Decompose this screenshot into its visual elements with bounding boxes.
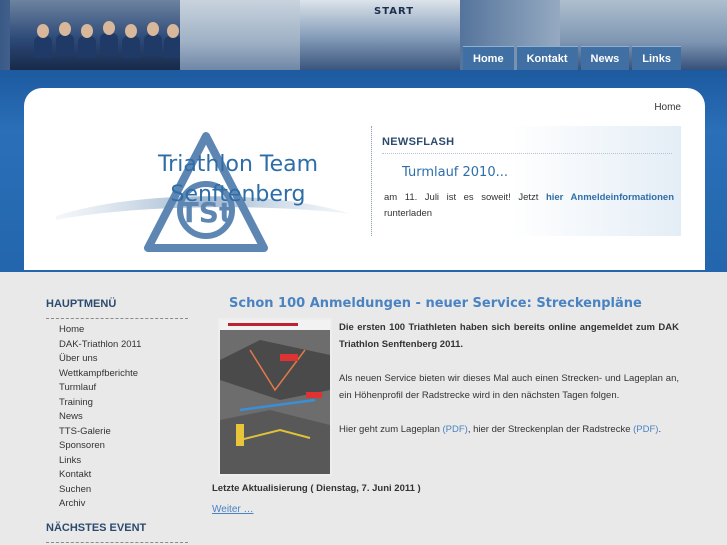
article-links-paragraph: Hier geht zum Lageplan (PDF), hier der S… bbox=[339, 421, 679, 438]
menu-item-kontakt[interactable]: Kontakt bbox=[59, 468, 188, 483]
menu-item-wettkampfberichte[interactable]: Wettkampfberichte bbox=[59, 367, 188, 382]
newsflash-text: am 11. Juli ist es soweit! Jetzt bbox=[384, 192, 539, 203]
menu-item-archiv[interactable]: Archiv bbox=[59, 497, 188, 512]
top-nav: Home Kontakt News Links bbox=[463, 46, 681, 70]
next-event-heading: NÄCHSTES EVENT bbox=[46, 521, 147, 534]
sidebar: HAUPTMENÜ Home DAK-Triathlon 2011 Über u… bbox=[46, 298, 188, 545]
menu-item-suchen[interactable]: Suchen bbox=[59, 483, 188, 498]
site-logo[interactable]: TSt Triathlon Team Senftenberg bbox=[56, 128, 356, 258]
article-intro: Die ersten 100 Triathleten haben sich be… bbox=[339, 322, 679, 350]
divider bbox=[46, 318, 188, 319]
menu-item-home[interactable]: Home bbox=[59, 323, 188, 338]
nav-news[interactable]: News bbox=[580, 46, 630, 70]
nav-home[interactable]: Home bbox=[463, 46, 514, 70]
article-text: Hier geht zum Lageplan bbox=[339, 424, 440, 435]
map-thumbnail-icon bbox=[220, 320, 330, 474]
newsflash-body: am 11. Juli ist es soweit! Jetzt hier An… bbox=[384, 190, 674, 222]
article-paragraph: Als neuen Service bieten wir dieses Mal … bbox=[339, 373, 679, 401]
article-text: . bbox=[658, 424, 662, 435]
article-text: , hier der Streckenplan der Radstrecke bbox=[467, 424, 631, 435]
menu-item-sponsoren[interactable]: Sponsoren bbox=[59, 439, 188, 454]
team-photo bbox=[10, 0, 182, 70]
menu-item-training[interactable]: Training bbox=[59, 396, 188, 411]
menu-item-links[interactable]: Links bbox=[59, 454, 188, 469]
menu-item-news[interactable]: News bbox=[59, 410, 188, 425]
lageplan-pdf-link[interactable]: (PDF) bbox=[443, 424, 468, 435]
newsflash-box: NEWSFLASH Turmlauf 2010... am 11. Juli i… bbox=[371, 126, 681, 236]
site-title: Triathlon Team Senftenberg bbox=[157, 152, 319, 207]
divider bbox=[382, 153, 672, 154]
main-menu: Home DAK-Triathlon 2011 Über uns Wettkam… bbox=[46, 323, 188, 512]
start-banner-text: START bbox=[374, 6, 415, 17]
menu-item-turmlauf[interactable]: Turmlauf bbox=[59, 381, 188, 396]
newsflash-heading: NEWSFLASH bbox=[382, 136, 455, 148]
header-card: Home TSt Triathlon Team Senftenberg NEWS… bbox=[24, 88, 705, 270]
newsflash-link[interactable]: hier Anmeldeinformationen bbox=[546, 192, 674, 203]
nav-kontakt[interactable]: Kontakt bbox=[516, 46, 578, 70]
menu-item-galerie[interactable]: TTS-Galerie bbox=[59, 425, 188, 440]
newsflash-title[interactable]: Turmlauf 2010... bbox=[402, 165, 508, 180]
read-more-link[interactable]: Weiter … bbox=[212, 504, 254, 515]
last-updated: Letzte Aktualisierung ( Dienstag, 7. Jun… bbox=[212, 483, 421, 494]
divider bbox=[46, 541, 188, 543]
newsflash-text-end: runterladen bbox=[384, 208, 433, 219]
radstrecke-pdf-link[interactable]: (PDF) bbox=[633, 424, 658, 435]
main-menu-heading: HAUPTMENÜ bbox=[46, 298, 117, 310]
bike-photo bbox=[180, 0, 300, 70]
menu-item-ueber-uns[interactable]: Über uns bbox=[59, 352, 188, 367]
breadcrumb[interactable]: Home bbox=[654, 102, 681, 113]
page: START Home Kontakt News Links Home TSt T… bbox=[0, 0, 727, 545]
menu-item-dak-triathlon[interactable]: DAK-Triathlon 2011 bbox=[59, 338, 188, 353]
article-body: Die ersten 100 Triathleten haben sich be… bbox=[339, 319, 679, 455]
nav-links[interactable]: Links bbox=[632, 46, 681, 70]
course-map-image[interactable] bbox=[218, 318, 332, 476]
article-title[interactable]: Schon 100 Anmeldungen - neuer Service: S… bbox=[229, 296, 642, 311]
